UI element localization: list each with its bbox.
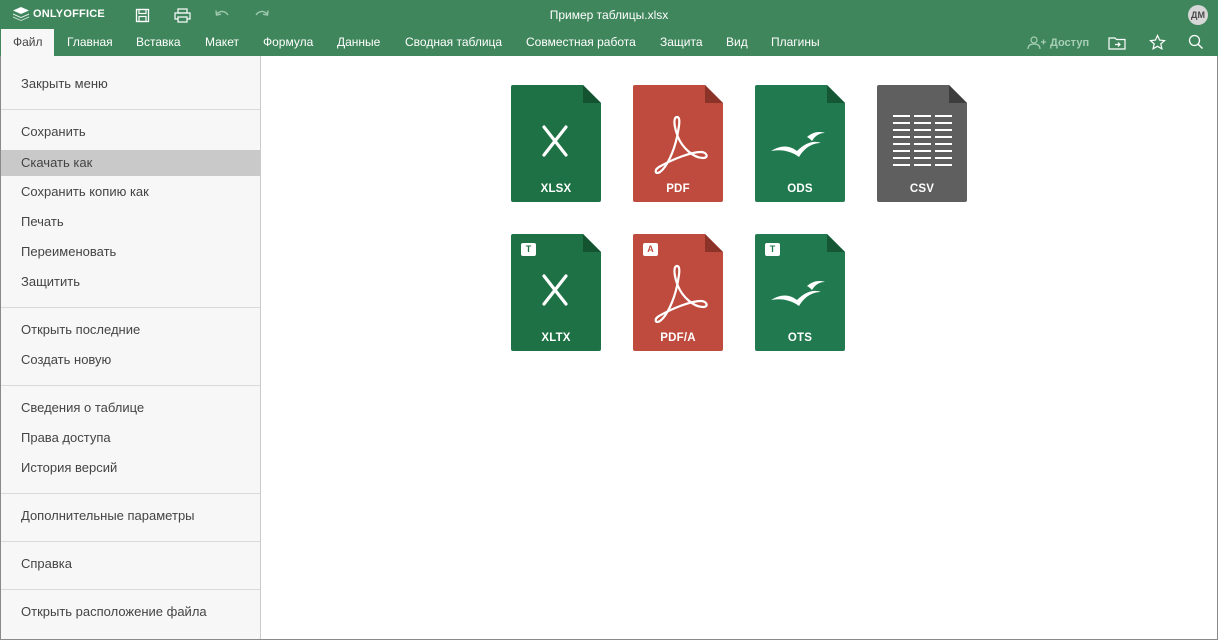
format-pdfa-button[interactable]: A PDF/A [633, 234, 723, 351]
menu-close[interactable]: Закрыть меню [1, 71, 260, 97]
format-xlsx-button[interactable]: XLSX [511, 85, 601, 202]
file-menu: Закрыть меню Сохранить Скачать как Сохра… [1, 56, 261, 639]
tab-pivot-table[interactable]: Сводная таблица [405, 29, 502, 56]
tab-insert[interactable]: Вставка [136, 29, 181, 56]
tab-formula[interactable]: Формула [263, 29, 313, 56]
menu-divider [1, 307, 260, 308]
archive-badge: A [643, 243, 658, 256]
tab-collaboration[interactable]: Совместная работа [526, 29, 636, 56]
menu-divider [1, 385, 260, 386]
tab-data[interactable]: Данные [337, 29, 380, 56]
document-title: Пример таблицы.xlsx [549, 8, 669, 22]
tab-view[interactable]: Вид [726, 29, 748, 56]
format-ots-button[interactable]: T OTS [755, 234, 845, 351]
open-location-icon[interactable] [1108, 34, 1126, 52]
ribbon-tab-bar: Файл Главная Вставка Макет Формула Данны… [0, 29, 1218, 56]
menu-advanced-settings[interactable]: Дополнительные параметры [1, 503, 260, 529]
format-ods-button[interactable]: ODS [755, 85, 845, 202]
share-button[interactable]: Доступ [1027, 33, 1089, 52]
tab-layout[interactable]: Макет [205, 29, 239, 56]
tab-plugins[interactable]: Плагины [771, 29, 820, 56]
format-xltx-button[interactable]: T XLTX [511, 234, 601, 351]
tab-home[interactable]: Главная [67, 29, 113, 56]
menu-version-history[interactable]: История версий [1, 455, 260, 481]
tab-file[interactable]: Файл [1, 29, 54, 56]
menu-protect[interactable]: Защитить [1, 269, 260, 295]
menu-save-copy-as[interactable]: Сохранить копию как [1, 179, 260, 205]
menu-divider [1, 589, 260, 590]
format-label: ODS [787, 183, 813, 195]
users-icon [1027, 35, 1046, 49]
template-badge: T [521, 243, 536, 256]
menu-table-info[interactable]: Сведения о таблице [1, 395, 260, 421]
menu-help[interactable]: Справка [1, 551, 260, 577]
menu-create-new[interactable]: Создать новую [1, 347, 260, 373]
menu-divider [1, 541, 260, 542]
format-label: XLTX [541, 332, 571, 344]
format-label: XLSX [540, 183, 572, 195]
menu-open-recent[interactable]: Открыть последние [1, 317, 260, 343]
menu-rename[interactable]: Переименовать [1, 239, 260, 265]
format-label: PDF [666, 183, 690, 195]
format-label: OTS [787, 332, 813, 344]
template-badge: T [765, 243, 780, 256]
format-label: PDF/A [660, 332, 696, 344]
menu-divider [1, 493, 260, 494]
menu-download-as[interactable]: Скачать как [1, 150, 260, 176]
format-pdf-button[interactable]: PDF [633, 85, 723, 202]
search-icon[interactable] [1187, 33, 1205, 51]
format-csv-button[interactable]: CSV [877, 85, 967, 202]
menu-open-file-location[interactable]: Открыть расположение файла [1, 599, 260, 625]
share-label: Доступ [1050, 36, 1090, 49]
title-bar: ONLYOFFICE Пример таблицы.xlsx ДМ [0, 0, 1218, 29]
favorite-star-icon[interactable] [1148, 33, 1166, 51]
menu-save[interactable]: Сохранить [1, 119, 260, 145]
user-avatar[interactable]: ДМ [1188, 5, 1208, 25]
format-label: CSV [909, 183, 935, 195]
tab-protection[interactable]: Защита [660, 29, 703, 56]
menu-access-rights[interactable]: Права доступа [1, 425, 260, 451]
menu-divider [1, 109, 260, 110]
menu-print[interactable]: Печать [1, 209, 260, 235]
